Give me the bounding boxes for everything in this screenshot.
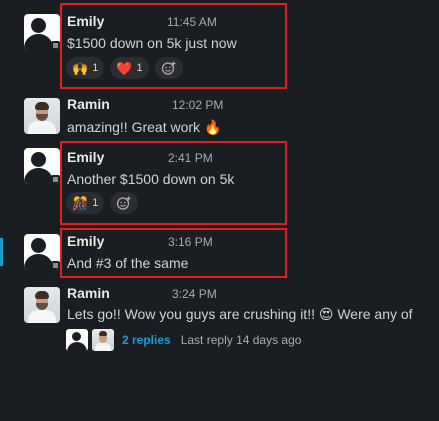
timestamp[interactable]: 12:02 PM: [172, 98, 223, 112]
presence-indicator: [51, 41, 60, 50]
author-name[interactable]: Ramin: [67, 285, 110, 301]
highlight-box: [60, 3, 287, 89]
message-list: Emily 11:45 AM $1500 down on 5k just now…: [0, 0, 439, 421]
avatar[interactable]: [24, 148, 60, 184]
last-reply-time: Last reply 14 days ago: [180, 333, 302, 347]
reply-avatar: [66, 329, 88, 351]
presence-indicator: [51, 261, 60, 270]
avatar[interactable]: [24, 234, 60, 270]
highlight-box: [60, 141, 287, 225]
avatar[interactable]: [24, 14, 60, 50]
thread-summary[interactable]: 2 replies Last reply 14 days ago: [66, 329, 301, 351]
message-item[interactable]: Ramin 12:02 PM amazing!! Great work 🔥: [0, 92, 439, 142]
author-name[interactable]: Ramin: [67, 96, 110, 112]
replies-link[interactable]: 2 replies: [122, 333, 171, 347]
timestamp[interactable]: 3:24 PM: [172, 287, 217, 301]
presence-indicator: [51, 175, 60, 184]
avatar[interactable]: [24, 287, 60, 323]
avatar[interactable]: [24, 98, 60, 134]
reply-avatar: [92, 329, 114, 351]
highlight-box: [60, 228, 287, 278]
message-text: amazing!! Great work 🔥: [67, 119, 222, 135]
message-text: Lets go!! Wow you guys are crushing it!!…: [67, 306, 413, 322]
